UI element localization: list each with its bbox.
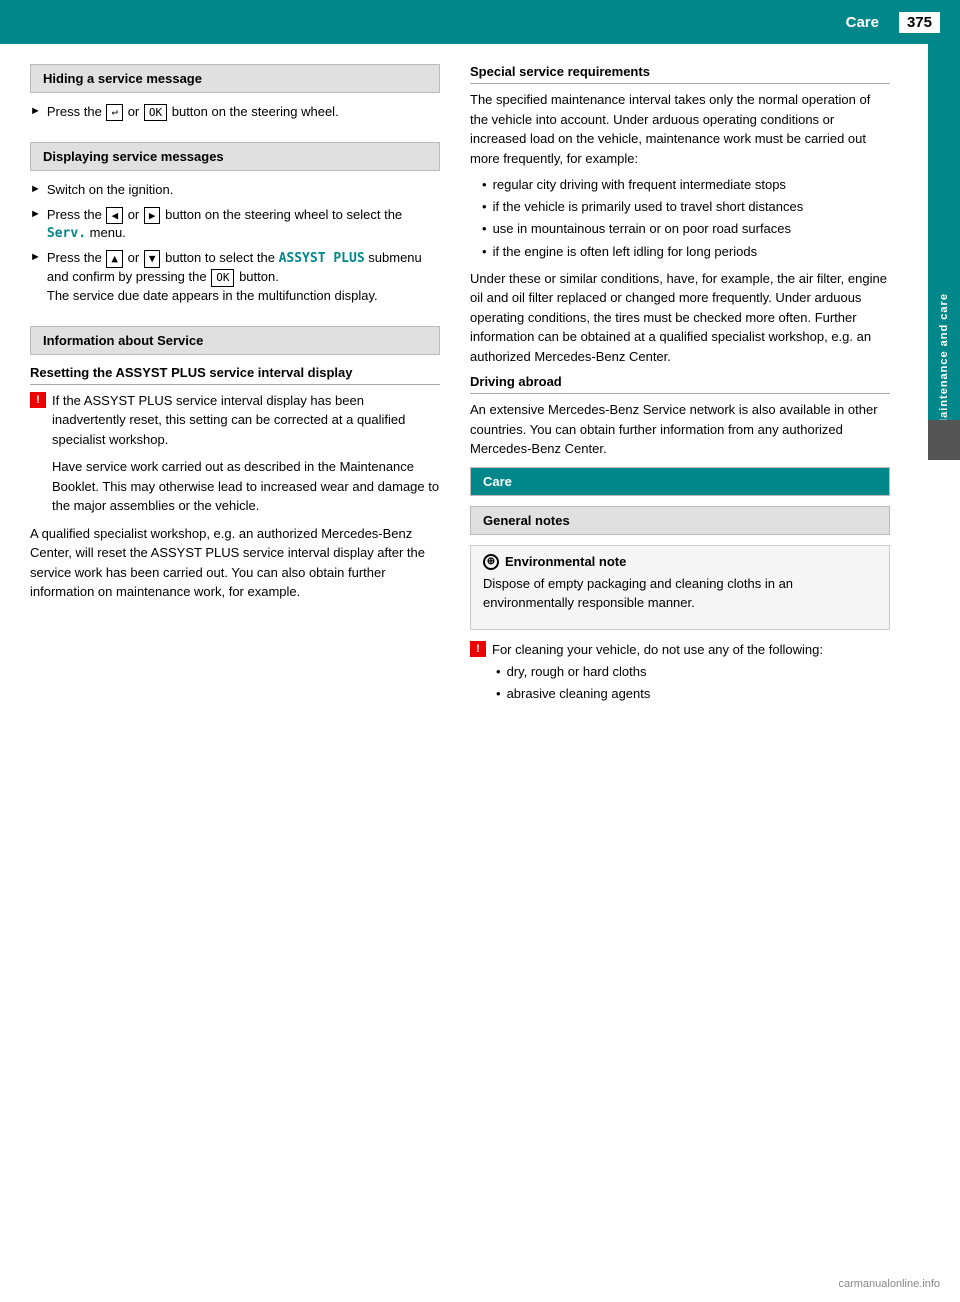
key-return: ↩	[106, 104, 123, 121]
env-note-text: Dispose of empty packaging and cleaning …	[483, 574, 877, 613]
info-para1: A qualified specialist workshop, e.g. an…	[30, 524, 440, 602]
arrow-icon-1: ►	[30, 104, 41, 121]
bullet-4: if the engine is often left idling for l…	[482, 243, 890, 261]
hiding-step1: ► Press the ↩ or OK button on the steeri…	[30, 103, 440, 121]
key-up: ▲	[106, 250, 123, 267]
side-tab: Maintenance and care	[928, 44, 960, 444]
key-down: ▼	[144, 250, 161, 267]
special-service-title: Special service requirements	[470, 64, 890, 84]
driving-abroad-para: An extensive Mercedes-Benz Service netwo…	[470, 400, 890, 459]
driving-abroad-title: Driving abroad	[470, 374, 890, 394]
special-service-para1: The specified maintenance interval takes…	[470, 90, 890, 168]
main-content: Hiding a service message ► Press the ↩ o…	[0, 44, 960, 740]
arrow-icon-4: ►	[30, 250, 41, 305]
assyst-menu: ASSYST PLUS	[279, 251, 365, 266]
arrow-icon-2: ►	[30, 182, 41, 199]
bullet-1: regular city driving with frequent inter…	[482, 176, 890, 194]
resetting-title: Resetting the ASSYST PLUS service interv…	[30, 365, 440, 385]
env-note: ⊕ Environmental note Dispose of empty pa…	[470, 545, 890, 630]
info-about-service-title: Information about Service	[30, 326, 440, 355]
key-ok-1: OK	[144, 104, 167, 121]
hiding-service-message-title: Hiding a service message	[30, 64, 440, 93]
key-left: ◀	[106, 207, 123, 224]
cleaning-bullet-1: dry, rough or hard cloths	[496, 663, 890, 681]
arrow-icon-3: ►	[30, 207, 41, 244]
warning-block-1: ! If the ASSYST PLUS service interval di…	[30, 391, 440, 450]
env-note-title-text: Environmental note	[505, 554, 626, 569]
warning-icon-2: !	[470, 641, 486, 657]
cleaning-bullets: dry, rough or hard cloths abrasive clean…	[492, 663, 890, 703]
special-service-bullets: regular city driving with frequent inter…	[470, 176, 890, 261]
display-step3: ► Press the ▲ or ▼ button to select the …	[30, 249, 440, 305]
env-note-title-row: ⊕ Environmental note	[483, 554, 877, 570]
env-icon: ⊕	[483, 554, 499, 570]
cleaning-warning-text: For cleaning your vehicle, do not use an…	[492, 642, 823, 657]
special-service-para2: Under these or similar conditions, have,…	[470, 269, 890, 367]
bullet-3: use in mountainous terrain or on poor ro…	[482, 220, 890, 238]
display-step1: ► Switch on the ignition.	[30, 181, 440, 199]
page-section: Care	[846, 14, 879, 31]
cleaning-warning: ! For cleaning your vehicle, do not use …	[470, 640, 890, 712]
page-number: 375	[899, 12, 940, 33]
serv-menu: Serv.	[47, 226, 86, 241]
displaying-service-messages-title: Displaying service messages	[30, 142, 440, 171]
care-section-title: Care	[470, 467, 890, 496]
warning-cont: Have service work carried out as describ…	[30, 457, 440, 516]
side-tab-marker	[928, 420, 960, 460]
left-column: Hiding a service message ► Press the ↩ o…	[0, 44, 460, 740]
bullet-2: if the vehicle is primarily used to trav…	[482, 198, 890, 216]
display-step2: ► Press the ◀ or ▶ button on the steerin…	[30, 206, 440, 244]
header-bar: Care 375	[0, 0, 960, 44]
cleaning-bullet-2: abrasive cleaning agents	[496, 685, 890, 703]
general-notes-title: General notes	[470, 506, 890, 535]
key-ok-2: OK	[211, 269, 234, 286]
key-right: ▶	[144, 207, 161, 224]
right-column: Special service requirements The specifi…	[460, 44, 920, 740]
warning-icon-1: !	[30, 392, 46, 408]
watermark: carmanualonline.info	[838, 1278, 940, 1290]
